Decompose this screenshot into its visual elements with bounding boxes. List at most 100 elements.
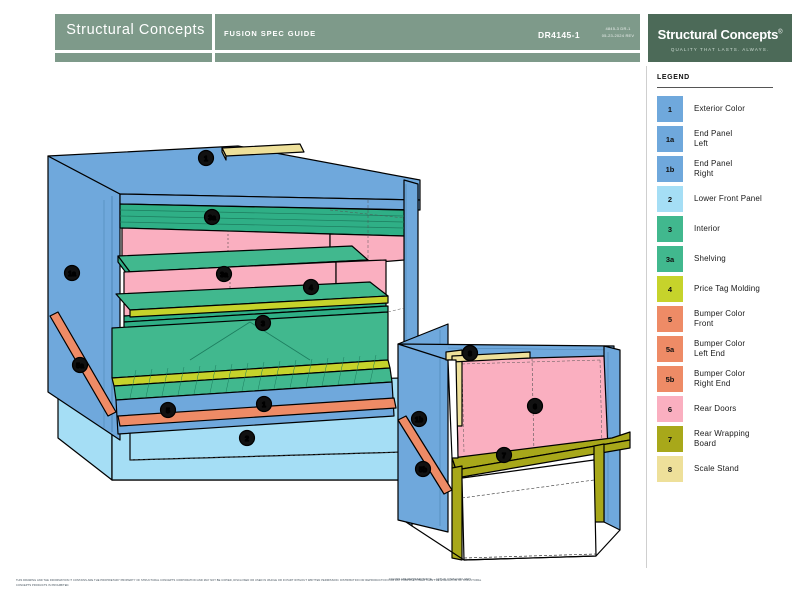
legend-label-line: Rear Doors (694, 403, 737, 413)
callout-3a-lower: 3a (215, 265, 233, 283)
callout-6: 6 (526, 397, 544, 415)
callout-1a: 1a (63, 264, 81, 282)
rear-left-gap (447, 359, 459, 459)
legend-item-3: 3 Interior (657, 214, 792, 244)
callout-5: 5 (159, 401, 177, 419)
svg-text:4: 4 (309, 285, 313, 292)
legend-item-5b: 5b Bumper Color Right End (657, 364, 792, 394)
header-meta-line2: 05-23-2024 REV (601, 32, 635, 38)
svg-text:5a: 5a (76, 363, 84, 370)
callout-1-top: 1 (197, 149, 215, 167)
legend-label-line: Front (694, 319, 714, 328)
rear-lower-body (461, 459, 597, 561)
front-view-unit (47, 143, 421, 481)
legend-label-line: End Panel (694, 158, 733, 168)
svg-text:6: 6 (533, 404, 537, 411)
legend-swatch-1a: 1a (657, 126, 683, 152)
drawings-svg: 1 3a 1a 3a 4 3 5a 5 1 2 8 6 1b 5b 7 (47, 143, 631, 561)
legend-label-1: Exterior Color (694, 104, 745, 115)
legend-label-line: Right (694, 169, 714, 178)
legend-label-1b: End Panel Right (694, 159, 732, 180)
callout-8: 8 (461, 344, 479, 362)
svg-text:1b: 1b (415, 417, 423, 424)
legend-swatch-2: 2 (657, 186, 683, 212)
svg-text:3a: 3a (208, 215, 216, 222)
svg-text:2: 2 (245, 436, 249, 443)
callout-2: 2 (238, 429, 256, 447)
hidden-line-3 (387, 307, 405, 313)
brand-logo: Structural Concepts® QUALITY THAT LASTS.… (648, 14, 792, 62)
legend-item-7: 7 Rear Wrapping Board (657, 424, 792, 454)
legend-label-5a: Bumper Color Left End (694, 339, 745, 360)
callout-5b: 5b (414, 460, 432, 478)
legend-label-5b: Bumper Color Right End (694, 369, 745, 390)
legend-label-3a: Shelving (694, 254, 726, 265)
legend-title: LEGEND (657, 74, 690, 81)
header-drawing-number: DR4145-1 (538, 30, 580, 40)
legend-label-1a: End Panel Left (694, 129, 732, 150)
legend-label-line: Shelving (694, 253, 726, 263)
legend-swatch-1b: 1b (657, 156, 683, 182)
legend-swatch-5: 5 (657, 306, 683, 332)
callout-7: 7 (495, 446, 513, 464)
svg-text:3a: 3a (220, 272, 228, 279)
legend-label-2: Lower Front Panel (694, 194, 762, 205)
svg-text:8: 8 (468, 351, 472, 358)
legend-item-5a: 5a Bumper Color Left End (657, 334, 792, 364)
legend-swatch-6: 6 (657, 396, 683, 422)
legend-item-3a: 3a Shelving (657, 244, 792, 274)
wrapping-board-leg-left (451, 465, 463, 561)
callout-3a-upper: 3a (203, 208, 221, 226)
legend-item-2: 2 Lower Front Panel (657, 184, 792, 214)
logo-trademark-icon: ® (778, 29, 783, 36)
page-header: Structural Concepts FUSION SPEC GUIDE DR… (0, 0, 792, 66)
legend-label-4: Price Tag Molding (694, 284, 760, 295)
header-divider (212, 14, 215, 50)
legend-item-1: 1 Exterior Color (657, 94, 792, 124)
legend-label-7: Rear Wrapping Board (694, 429, 750, 450)
callout-1-front: 1 (255, 395, 273, 413)
legend-item-1b: 1b End Panel Right (657, 154, 792, 184)
legend-item-8: 8 Scale Stand (657, 454, 792, 484)
legend-label-line: Rear Wrapping (694, 428, 750, 438)
legend-divider (646, 66, 647, 568)
legend-label-3: Interior (694, 224, 720, 235)
product-drawings: 1 3a 1a 3a 4 3 5a 5 1 2 8 6 1b 5b 7 (0, 60, 648, 566)
legend-label-line: Exterior Color (694, 103, 746, 113)
logo-name-text: Structural Concepts (657, 27, 779, 42)
legend-label-line: Right End (694, 379, 731, 388)
legend-item-5: 5 Bumper Color Front (657, 304, 792, 334)
legend-swatch-5a: 5a (657, 336, 683, 362)
header-guide-title: FUSION SPEC GUIDE (224, 29, 316, 38)
svg-text:1: 1 (204, 156, 208, 163)
svg-text:1a: 1a (68, 271, 76, 278)
header-meta-block: 4845-3 DR-1 05-23-2024 REV (590, 26, 646, 39)
callout-4: 4 (302, 278, 320, 296)
legend-label-line: Bumper Color (694, 338, 746, 348)
legend-swatch-7: 7 (657, 426, 683, 452)
legend-item-1a: 1a End Panel Left (657, 124, 792, 154)
page-footer: THIS DRAWING AND THE INFORMATION IT CONT… (0, 566, 792, 612)
legend-label-line: Price Tag Molding (694, 283, 760, 293)
legend-label-5: Bumper Color Front (694, 309, 745, 330)
legend-panel: LEGEND 1 Exterior Color 1a End Panel Left 1b E… (648, 66, 792, 566)
legend-item-4: 4 Price Tag Molding (657, 274, 792, 304)
legend-label-line: Bumper Color (694, 368, 746, 378)
svg-text:3: 3 (261, 321, 265, 328)
legend-list: 1 Exterior Color 1a End Panel Left 1b End Pane… (657, 94, 792, 484)
logo-company-name: Structural Concepts® (648, 27, 792, 42)
legend-rule (657, 87, 773, 88)
legend-label-line: Left End (694, 349, 726, 358)
legend-label-line: Scale Stand (694, 463, 739, 473)
legend-label-6: Rear Doors (694, 404, 736, 415)
legend-label-line: End Panel (694, 128, 733, 138)
legend-swatch-3a: 3a (657, 246, 683, 272)
callout-5a: 5a (71, 356, 89, 374)
legend-item-6: 6 Rear Doors (657, 394, 792, 424)
legend-swatch-5b: 5b (657, 366, 683, 392)
logo-tagline: QUALITY THAT LASTS. ALWAYS. (670, 47, 770, 52)
svg-text:7: 7 (502, 453, 506, 460)
svg-text:1: 1 (262, 402, 266, 409)
header-company-name: Structural Concepts (66, 22, 205, 38)
legend-swatch-1: 1 (657, 96, 683, 122)
